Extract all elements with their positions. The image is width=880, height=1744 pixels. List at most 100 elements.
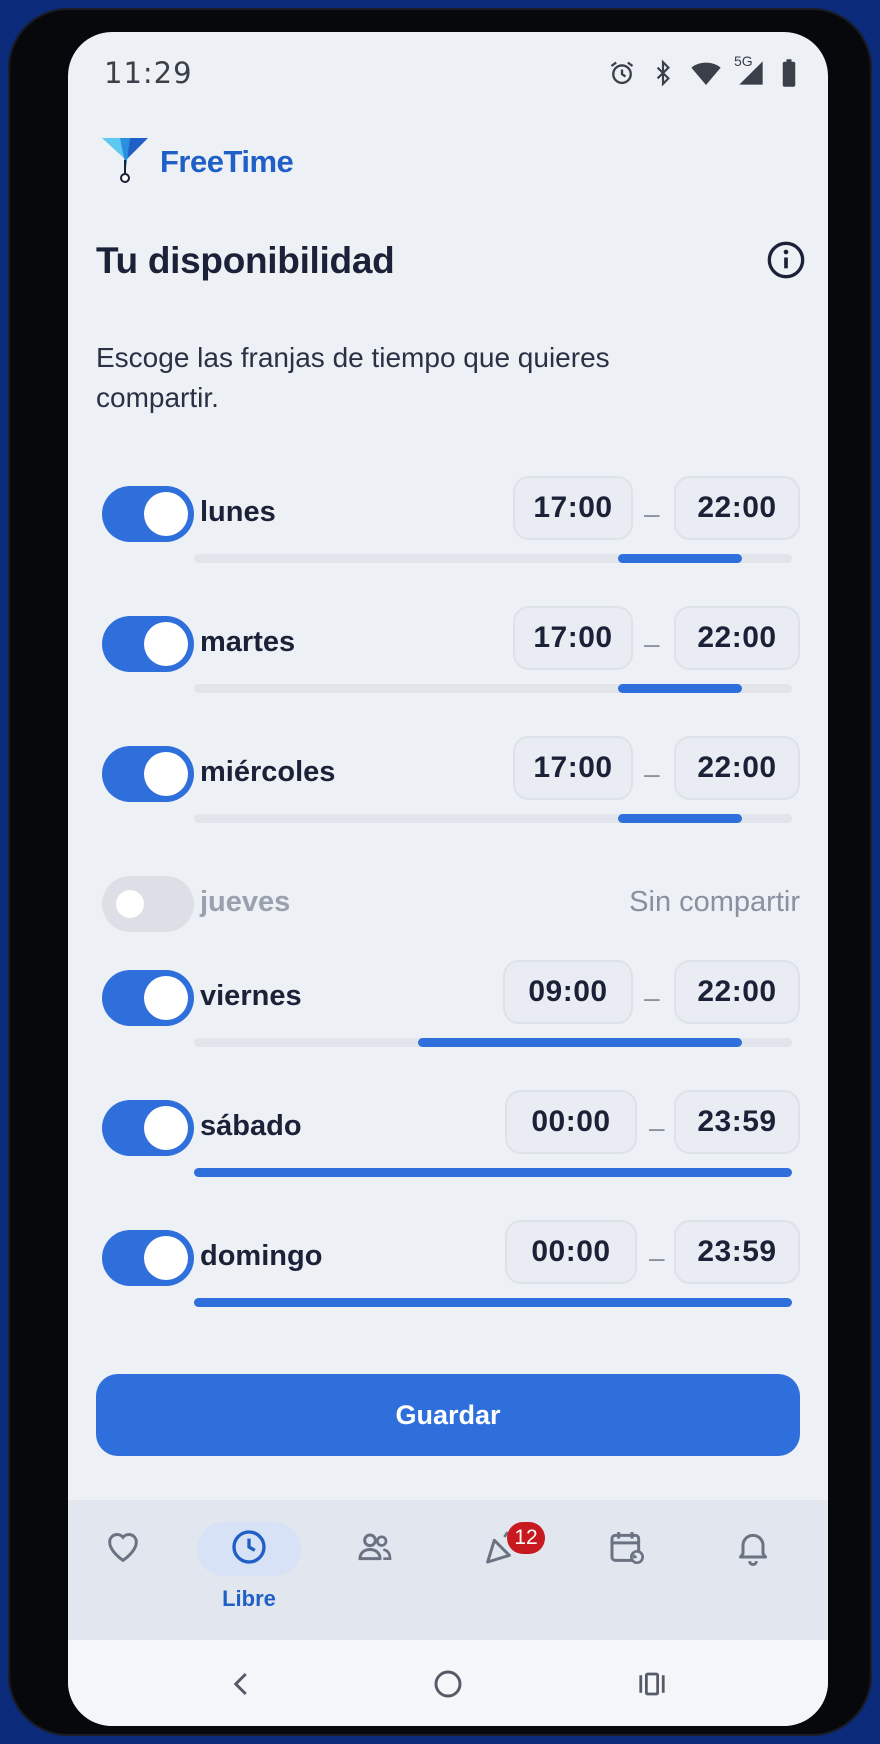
day-label: sábado: [200, 1110, 302, 1142]
phone-frame: 11:29 5G FreeTime Tu disponibilidad Esco…: [8, 8, 872, 1736]
notification-badge: 12: [507, 1522, 545, 1554]
availability-bar: [194, 1038, 792, 1047]
nav-label: Libre: [222, 1586, 276, 1611]
heart-icon: [103, 1527, 143, 1571]
day-toggle[interactable]: [102, 1230, 194, 1286]
time-separator: –: [644, 758, 660, 789]
day-label: jueves: [200, 886, 291, 918]
battery-icon: [780, 58, 798, 88]
end-time-field[interactable]: 22:00: [674, 736, 800, 800]
app-name: FreeTime: [160, 144, 294, 179]
toggle-knob: [116, 890, 144, 918]
end-time-field[interactable]: 23:59: [674, 1090, 800, 1154]
bluetooth-icon: [650, 59, 676, 87]
day-label: viernes: [200, 980, 302, 1012]
alarm-icon: [608, 59, 636, 87]
day-row-viernes: viernes 09:00 – 22:00: [68, 950, 828, 1040]
day-toggle[interactable]: [102, 486, 194, 542]
nav-pill: [323, 1522, 427, 1576]
nav-item-calendar[interactable]: [572, 1522, 682, 1622]
availability-bar: [194, 814, 792, 823]
people-icon: [355, 1527, 395, 1571]
day-row-jueves: jueves Sin compartir: [68, 856, 828, 946]
info-icon[interactable]: [766, 240, 806, 280]
page-subtitle: Escoge las franjas de tiempo que quieres…: [96, 342, 610, 413]
availability-fill: [194, 1168, 792, 1177]
availability-fill: [418, 1038, 742, 1047]
bell-icon: [733, 1527, 773, 1571]
nav-pill: [701, 1522, 805, 1576]
toggle-knob: [144, 752, 188, 796]
end-time-field[interactable]: 22:00: [674, 960, 800, 1024]
nav-pill: [575, 1522, 679, 1576]
day-label: lunes: [200, 496, 276, 528]
wifi-icon: [690, 59, 722, 87]
start-time-field[interactable]: 00:00: [505, 1220, 637, 1284]
time-separator: –: [644, 982, 660, 1013]
home-icon[interactable]: [428, 1664, 468, 1704]
end-time-field[interactable]: 22:00: [674, 606, 800, 670]
not-shared-status: Sin compartir: [629, 886, 800, 918]
toggle-knob: [144, 1106, 188, 1150]
day-toggle[interactable]: [102, 876, 194, 932]
status-icons: 5G: [608, 53, 798, 90]
availability-fill: [194, 1298, 792, 1307]
network-type: 5G: [734, 53, 753, 69]
toggle-knob: [144, 622, 188, 666]
day-label: miércoles: [200, 756, 336, 788]
back-icon[interactable]: [222, 1664, 262, 1704]
time-separator: –: [644, 498, 660, 529]
toggle-knob: [144, 976, 188, 1020]
nav-item-friends[interactable]: [320, 1522, 430, 1622]
system-nav-bar: [68, 1640, 828, 1726]
start-time-field[interactable]: 17:00: [513, 476, 633, 540]
day-label: martes: [200, 626, 296, 658]
end-time-field[interactable]: 23:59: [674, 1220, 800, 1284]
availability-fill: [618, 554, 742, 563]
end-time-field[interactable]: 22:00: [674, 476, 800, 540]
day-row-lunes: lunes 17:00 – 22:00: [68, 466, 828, 556]
nav-pill: [197, 1522, 301, 1576]
start-time-field[interactable]: 17:00: [513, 606, 633, 670]
screen: 11:29 5G FreeTime Tu disponibilidad Esco…: [68, 32, 828, 1726]
day-toggle[interactable]: [102, 746, 194, 802]
toggle-knob: [144, 492, 188, 536]
nav-item-plans[interactable]: 12: [446, 1522, 556, 1622]
status-bar: 11:29 5G: [68, 32, 828, 112]
availability-bar: [194, 1298, 792, 1307]
nav-pill: [71, 1522, 175, 1576]
time-separator: –: [649, 1112, 665, 1143]
signal-icon: 5G: [734, 53, 766, 87]
start-time-field[interactable]: 09:00: [503, 960, 633, 1024]
availability-fill: [618, 684, 742, 693]
bottom-nav: Libre 12: [68, 1500, 828, 1640]
nav-item-favorites[interactable]: [68, 1522, 178, 1622]
availability-bar: [194, 684, 792, 693]
recent-apps-icon[interactable]: [632, 1664, 672, 1704]
day-row-miercoles: miércoles 17:00 – 22:00: [68, 726, 828, 816]
time-separator: –: [644, 628, 660, 659]
freetime-logo-icon: [100, 136, 150, 188]
day-row-martes: martes 17:00 – 22:00: [68, 596, 828, 686]
day-label: domingo: [200, 1240, 323, 1272]
nav-item-notifications[interactable]: [698, 1522, 808, 1622]
nav-item-libre[interactable]: Libre: [194, 1522, 304, 1622]
availability-fill: [618, 814, 742, 823]
day-toggle[interactable]: [102, 616, 194, 672]
day-row-sabado: sábado 00:00 – 23:59: [68, 1080, 828, 1170]
day-toggle[interactable]: [102, 970, 194, 1026]
day-row-domingo: domingo 00:00 – 23:59: [68, 1210, 828, 1300]
nav-pill: 12: [449, 1522, 553, 1576]
status-time: 11:29: [104, 56, 193, 90]
availability-bar: [194, 1168, 792, 1177]
clock-icon: [229, 1527, 269, 1571]
availability-bar: [194, 554, 792, 563]
day-toggle[interactable]: [102, 1100, 194, 1156]
app-logo: FreeTime: [100, 136, 294, 188]
toggle-knob: [144, 1236, 188, 1280]
calendar-icon: [607, 1527, 647, 1571]
start-time-field[interactable]: 00:00: [505, 1090, 637, 1154]
save-button[interactable]: Guardar: [96, 1374, 800, 1456]
start-time-field[interactable]: 17:00: [513, 736, 633, 800]
time-separator: –: [649, 1242, 665, 1273]
